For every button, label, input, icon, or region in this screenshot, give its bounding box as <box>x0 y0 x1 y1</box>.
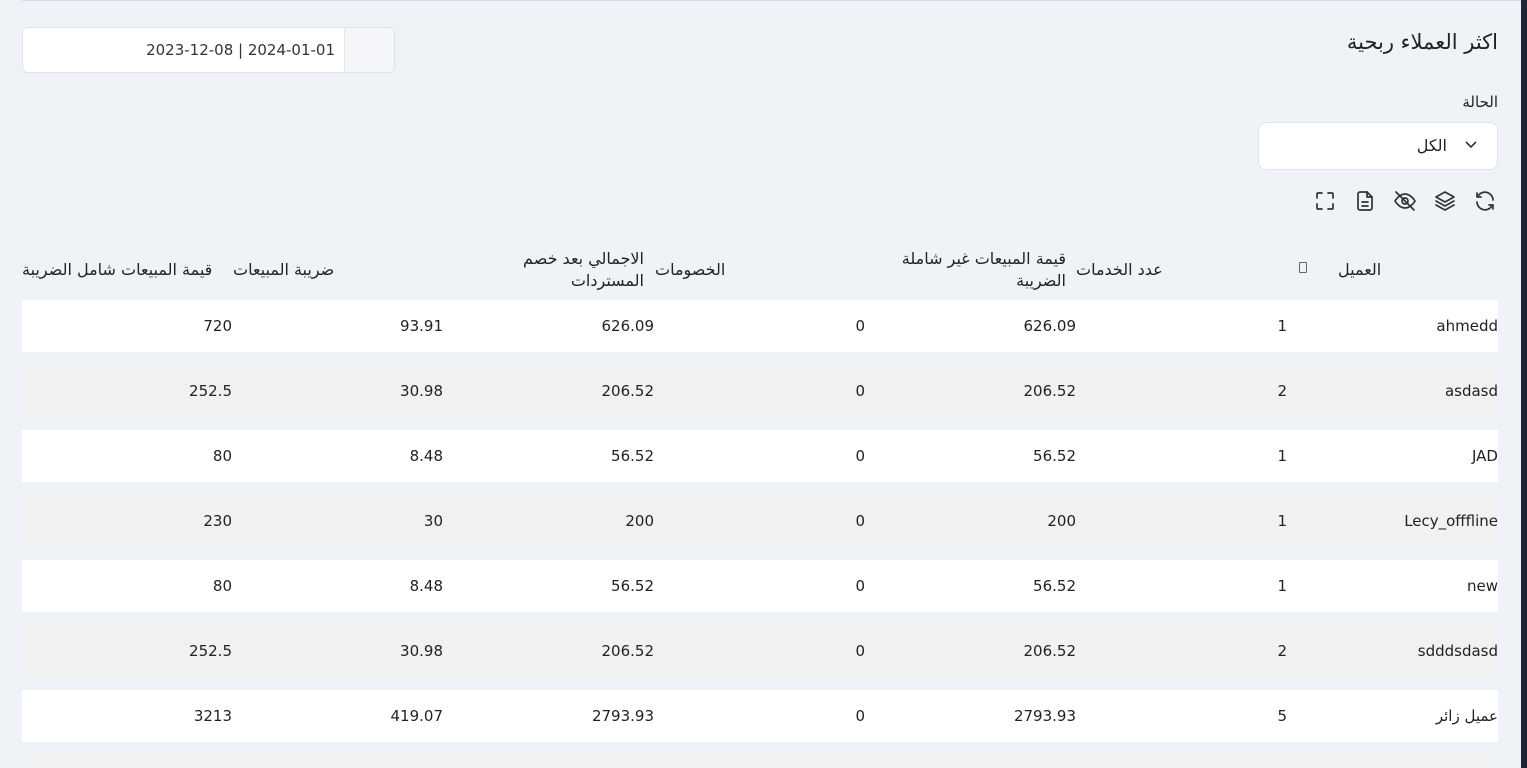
fullscreen-icon[interactable] <box>1312 188 1338 214</box>
th-sales-excl[interactable]: قيمة المبيعات غير شاملة الضريبة <box>866 240 1066 300</box>
table-row[interactable]: ahmedd 1 626.09 0 626.09 93.91 720 <box>22 300 1498 352</box>
table-row[interactable]: asdasd 2 206.52 0 206.52 30.98 252.5 <box>22 365 1498 417</box>
customers-profit-table: العميل عدد الخدمات قيمة المبيعات غير شام… <box>22 240 1498 742</box>
chevron-down-icon <box>1465 123 1477 169</box>
date-range-value[interactable]: 2023-12-08 | 2024-01-01 <box>23 28 347 72</box>
cell-tax: 8.48 <box>409 577 443 595</box>
cell-tax: 93.91 <box>400 317 443 335</box>
table-row-partial <box>22 756 1498 768</box>
th-total-after[interactable]: الاجمالي بعد خصم المستردات <box>469 240 644 300</box>
cell-services: 1 <box>1277 447 1287 465</box>
cell-total-after: 2793.93 <box>591 707 654 725</box>
cell-client: Lecy_offfline <box>1404 512 1498 530</box>
cell-services: 2 <box>1277 642 1287 660</box>
cell-discounts: 0 <box>855 707 865 725</box>
cell-services: 1 <box>1277 512 1287 530</box>
column-toggle-icon[interactable] <box>1299 262 1307 273</box>
status-select[interactable]: الكل <box>1258 122 1498 170</box>
cell-tax: 30.98 <box>400 382 443 400</box>
th-client[interactable]: العميل <box>1338 240 1498 300</box>
date-picker-addon[interactable] <box>344 28 394 72</box>
cell-discounts: 0 <box>855 447 865 465</box>
th-sales-incl[interactable]: قيمة المبيعات شامل الضريبة <box>22 240 222 300</box>
th-tax[interactable]: ضريبة المبيعات <box>233 240 433 300</box>
cell-discounts: 0 <box>855 382 865 400</box>
cell-services: 5 <box>1277 707 1287 725</box>
cell-total-after: 206.52 <box>601 382 655 400</box>
cell-services: 2 <box>1277 382 1287 400</box>
table-row[interactable]: عميل زائر 5 2793.93 0 2793.93 419.07 3213 <box>22 690 1498 742</box>
cell-discounts: 0 <box>855 317 865 335</box>
cell-sales-incl: 230 <box>203 512 232 530</box>
cell-sales-excl: 56.52 <box>1033 577 1076 595</box>
cell-discounts: 0 <box>855 642 865 660</box>
eye-off-icon[interactable] <box>1392 188 1418 214</box>
cell-client: sdddsdasd <box>1417 642 1498 660</box>
cell-total-after: 56.52 <box>611 577 654 595</box>
top-divider <box>22 0 1527 1</box>
cell-tax: 30.98 <box>400 642 443 660</box>
cell-services: 1 <box>1277 577 1287 595</box>
cell-total-after: 206.52 <box>601 642 655 660</box>
cell-sales-incl: 3213 <box>193 707 232 725</box>
cell-client: JAD <box>1472 447 1498 465</box>
cell-sales-excl: 206.52 <box>1023 382 1077 400</box>
cell-total-after: 626.09 <box>601 317 655 335</box>
table-row[interactable]: JAD 1 56.52 0 56.52 8.48 80 <box>22 430 1498 482</box>
cell-tax: 30 <box>423 512 443 530</box>
table-toolbar <box>1312 188 1498 216</box>
table-row[interactable]: sdddsdasd 2 206.52 0 206.52 30.98 252.5 <box>22 625 1498 677</box>
cell-sales-incl: 80 <box>212 447 232 465</box>
page-title: اكثر العملاء ربحية <box>1346 30 1498 54</box>
cell-client: asdasd <box>1444 382 1498 400</box>
cell-sales-incl: 252.5 <box>189 382 232 400</box>
cell-sales-incl: 252.5 <box>189 642 232 660</box>
cell-sales-excl: 626.09 <box>1023 317 1077 335</box>
th-discounts[interactable]: الخصومات <box>655 240 855 300</box>
cell-sales-excl: 56.52 <box>1033 447 1076 465</box>
table-row[interactable]: new 1 56.52 0 56.52 8.48 80 <box>22 560 1498 612</box>
cell-discounts: 0 <box>855 512 865 530</box>
cell-tax: 419.07 <box>390 707 444 725</box>
cell-total-after: 56.52 <box>611 447 654 465</box>
cell-services: 1 <box>1277 317 1287 335</box>
refresh-icon[interactable] <box>1472 188 1498 214</box>
window-edge <box>1521 0 1527 768</box>
cell-sales-incl: 720 <box>203 317 232 335</box>
cell-sales-excl: 200 <box>1047 512 1076 530</box>
status-select-value: الكل <box>1416 136 1447 155</box>
cell-client: ahmedd <box>1436 317 1498 335</box>
cell-tax: 8.48 <box>409 447 443 465</box>
cell-sales-excl: 206.52 <box>1023 642 1077 660</box>
layers-icon[interactable] <box>1432 188 1458 214</box>
th-services[interactable]: عدد الخدمات <box>1076 240 1276 300</box>
table-row[interactable]: Lecy_offfline 1 200 0 200 30 230 <box>22 495 1498 547</box>
status-label: الحالة <box>1462 93 1498 111</box>
document-icon[interactable] <box>1352 188 1378 214</box>
cell-client: new <box>1466 577 1498 595</box>
cell-total-after: 200 <box>625 512 654 530</box>
table-header: العميل عدد الخدمات قيمة المبيعات غير شام… <box>22 240 1498 300</box>
cell-discounts: 0 <box>855 577 865 595</box>
date-range-picker[interactable]: 2023-12-08 | 2024-01-01 <box>22 27 395 73</box>
cell-client: عميل زائر <box>1435 707 1498 725</box>
cell-sales-incl: 80 <box>212 577 232 595</box>
cell-sales-excl: 2793.93 <box>1013 707 1076 725</box>
